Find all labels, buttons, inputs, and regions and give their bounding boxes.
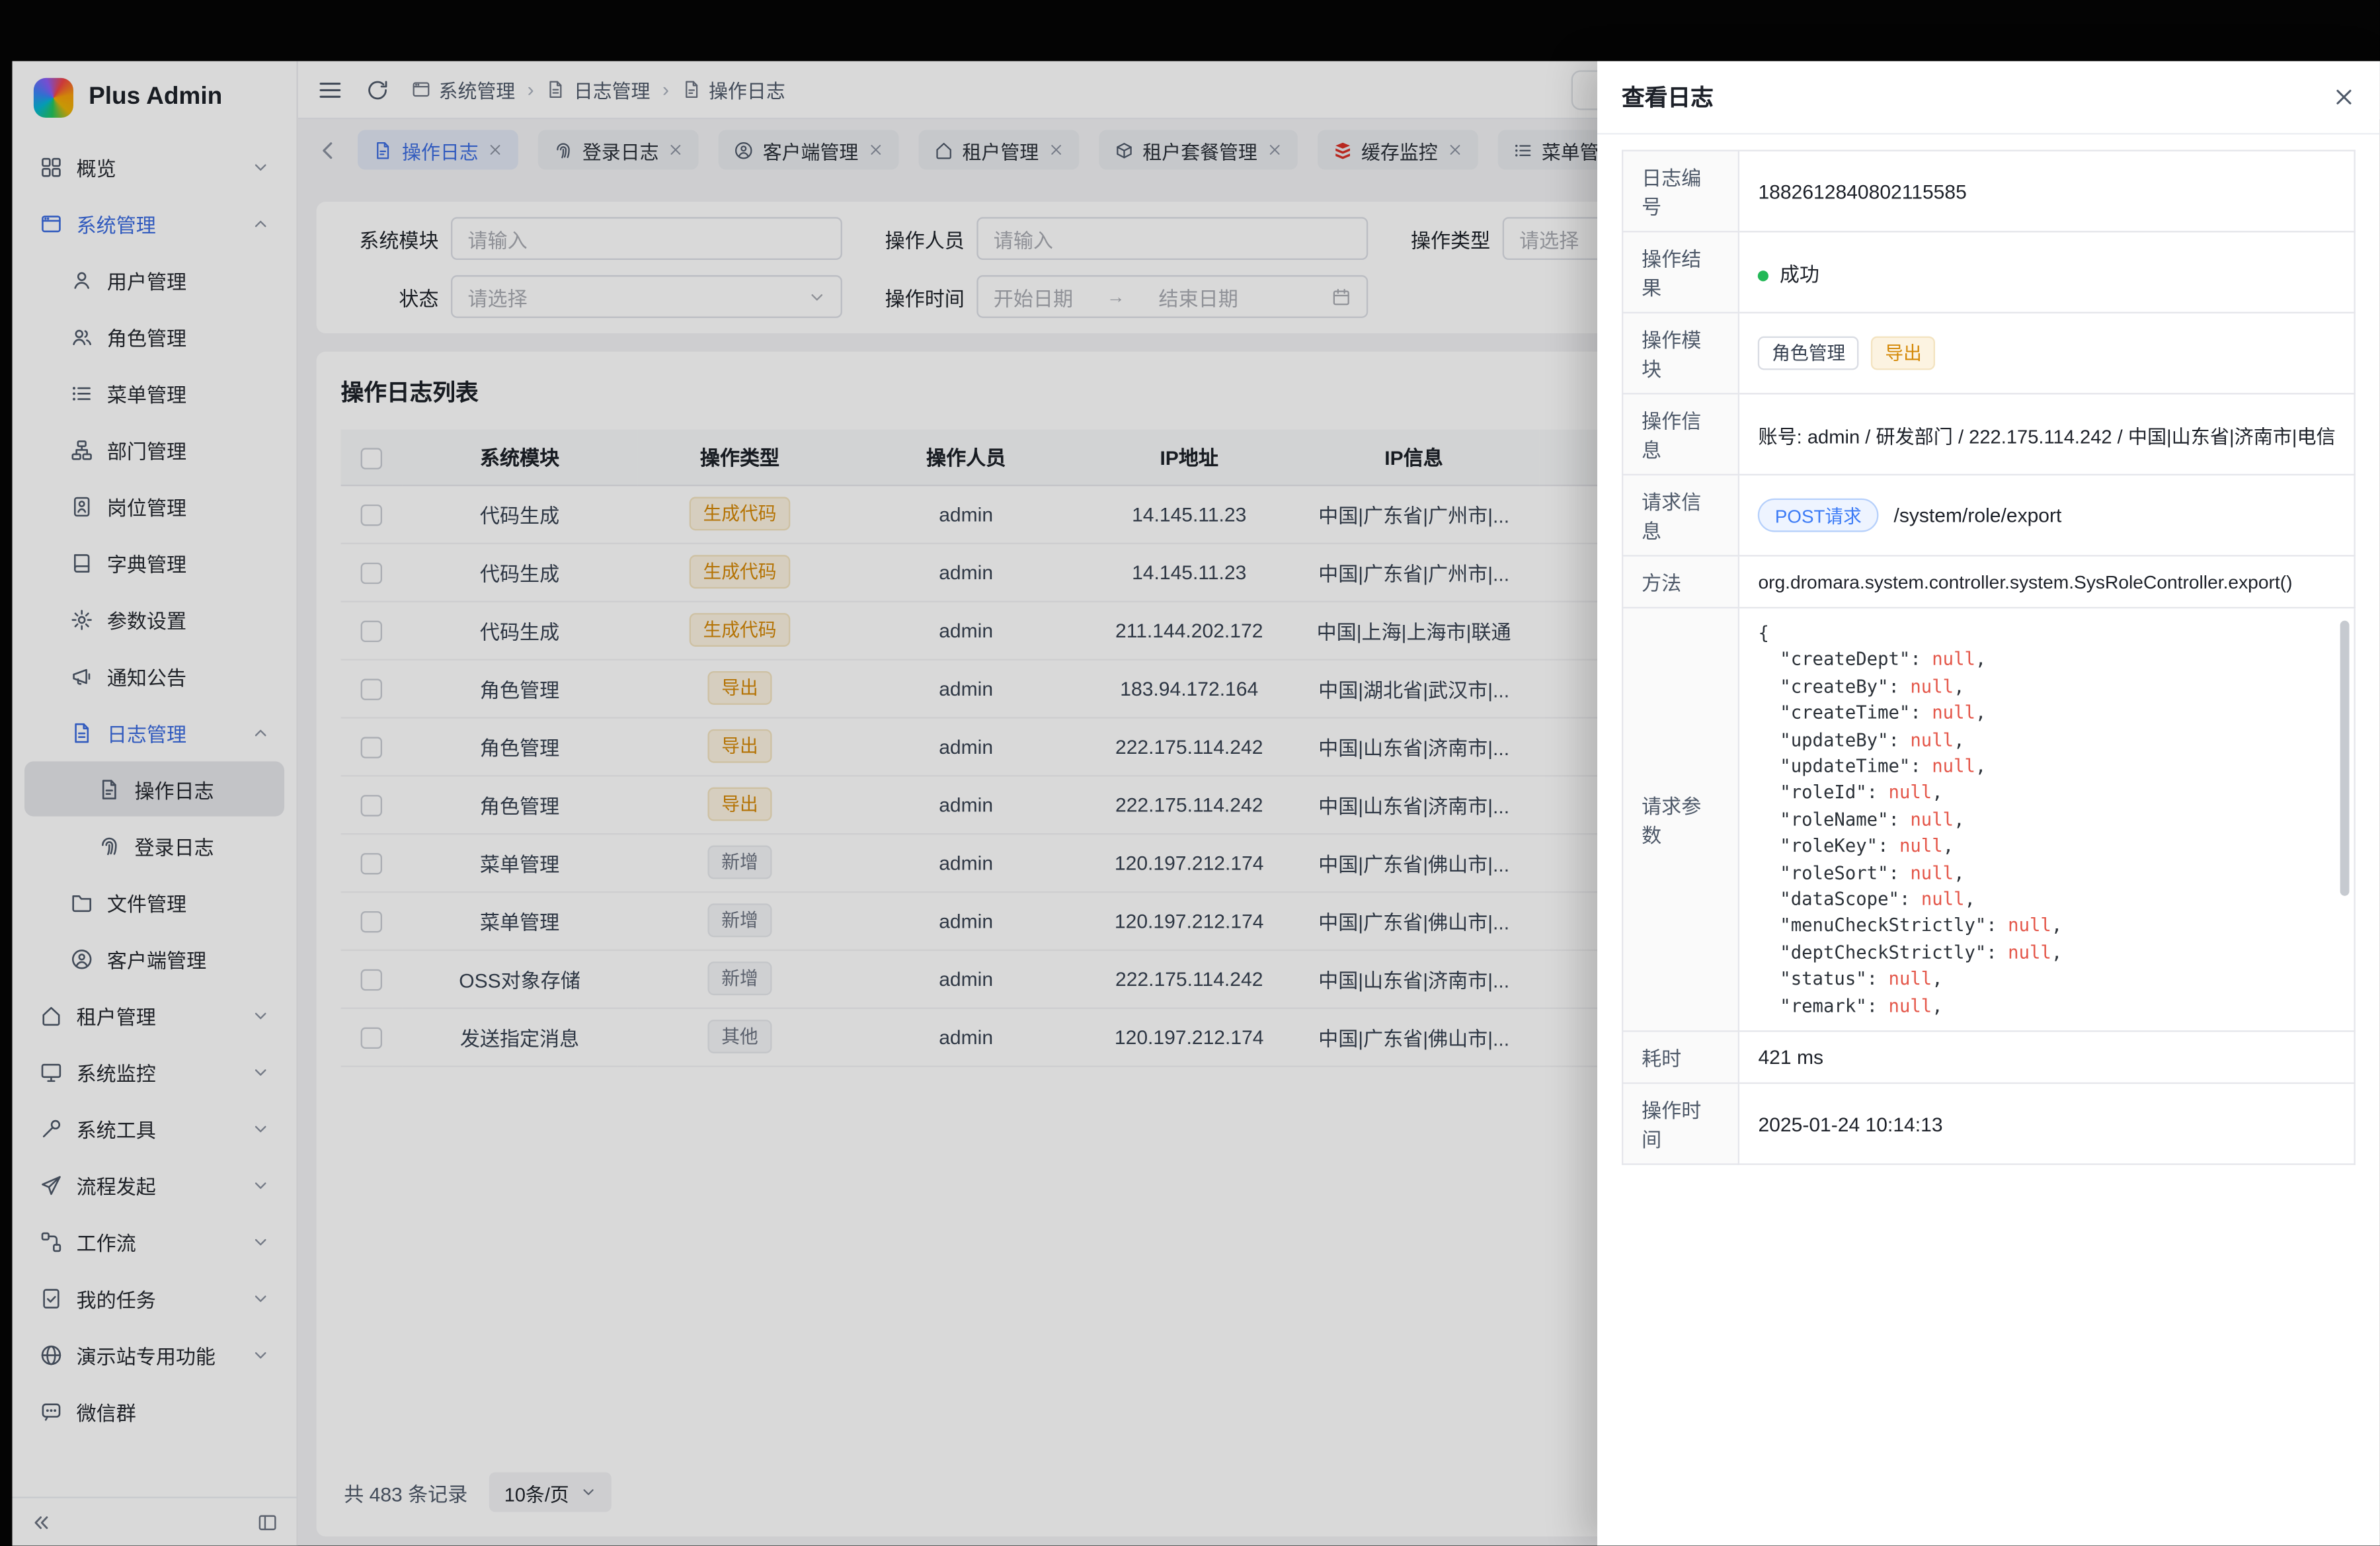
field-label: 耗时 xyxy=(1622,1031,1739,1083)
view-log-drawer: 查看日志 日志编号 1882612840802115585 操作结果 成功 操作… xyxy=(1597,61,2380,1545)
field-label: 请求信息 xyxy=(1622,475,1739,556)
code-line: "dataScope": null, xyxy=(1758,887,2335,913)
result-value: 成功 xyxy=(1739,231,2355,313)
request-value: POST请求/system/role/export xyxy=(1739,475,2355,556)
duration-value: 421 ms xyxy=(1739,1031,2355,1083)
result-text: 成功 xyxy=(1780,263,1819,286)
operation-time-value: 2025-01-24 10:14:13 xyxy=(1739,1083,2355,1164)
post-method-tag: POST请求 xyxy=(1758,499,1878,532)
drawer-header: 查看日志 xyxy=(1597,61,2380,134)
field-label: 操作结果 xyxy=(1622,231,1739,313)
detail-row-method: 方法 org.dromara.system.controller.system.… xyxy=(1622,555,2354,608)
drawer-close-icon[interactable] xyxy=(2332,85,2356,108)
code-line: "remark": null, xyxy=(1758,993,2335,1020)
code-line: "deptCheckStrictly": null, xyxy=(1758,940,2335,967)
code-line: "createTime": null, xyxy=(1758,700,2335,727)
code-line: "status": null, xyxy=(1758,967,2335,993)
drawer-title: 查看日志 xyxy=(1622,81,1714,114)
detail-row-module: 操作模块 角色管理导出 xyxy=(1622,313,2354,394)
code-line: "roleName": null, xyxy=(1758,807,2335,833)
drawer-body: 日志编号 1882612840802115585 操作结果 成功 操作模块 角色… xyxy=(1597,134,2380,1545)
detail-row-time: 操作时间 2025-01-24 10:14:13 xyxy=(1622,1083,2354,1164)
params-code: { "createDept": null, "createBy": null, … xyxy=(1740,608,2354,1030)
code-line: "createBy": null, xyxy=(1758,674,2335,700)
params-scrollbar[interactable] xyxy=(2340,621,2350,896)
field-label: 方法 xyxy=(1622,555,1739,608)
code-line: "roleSort": null, xyxy=(1758,860,2335,887)
operation-info-value: 账号: admin / 研发部门 / 222.175.114.242 / 中国|… xyxy=(1739,393,2355,475)
field-label: 操作信息 xyxy=(1622,393,1739,475)
detail-row-log-id: 日志编号 1882612840802115585 xyxy=(1622,151,2354,232)
field-label: 日志编号 xyxy=(1622,151,1739,232)
field-label: 操作模块 xyxy=(1622,313,1739,394)
code-line: "updateTime": null, xyxy=(1758,754,2335,780)
code-line: "menuCheckStrictly": null, xyxy=(1758,913,2335,940)
log-details-table: 日志编号 1882612840802115585 操作结果 成功 操作模块 角色… xyxy=(1622,150,2356,1165)
success-dot-icon xyxy=(1758,270,1768,280)
request-url: /system/role/export xyxy=(1893,504,2061,527)
code-line: { xyxy=(1758,621,2335,647)
detail-row-request: 请求信息 POST请求/system/role/export xyxy=(1622,475,2354,556)
field-label: 请求参数 xyxy=(1622,608,1739,1031)
field-label: 操作时间 xyxy=(1622,1083,1739,1164)
code-line: "roleId": null, xyxy=(1758,780,2335,807)
detail-row-params: 请求参数 { "createDept": null, "createBy": n… xyxy=(1622,608,2354,1031)
action-tag: 导出 xyxy=(1872,337,1936,370)
screen: Plus Admin 概览系统管理用户管理角色管理菜单管理部门管理岗位管理字典管… xyxy=(0,0,2380,1545)
log-id-value: 1882612840802115585 xyxy=(1739,151,2355,232)
detail-row-info: 操作信息 账号: admin / 研发部门 / 222.175.114.242 … xyxy=(1622,393,2354,475)
code-line: "roleKey": null, xyxy=(1758,834,2335,860)
module-value: 角色管理导出 xyxy=(1739,313,2355,394)
module-tag: 角色管理 xyxy=(1758,337,1859,370)
code-line: "updateBy": null, xyxy=(1758,727,2335,754)
params-value: { "createDept": null, "createBy": null, … xyxy=(1739,608,2355,1031)
code-line: "createDept": null, xyxy=(1758,647,2335,674)
detail-row-duration: 耗时 421 ms xyxy=(1622,1031,2354,1083)
detail-row-result: 操作结果 成功 xyxy=(1622,231,2354,313)
method-value: org.dromara.system.controller.system.Sys… xyxy=(1739,555,2355,608)
